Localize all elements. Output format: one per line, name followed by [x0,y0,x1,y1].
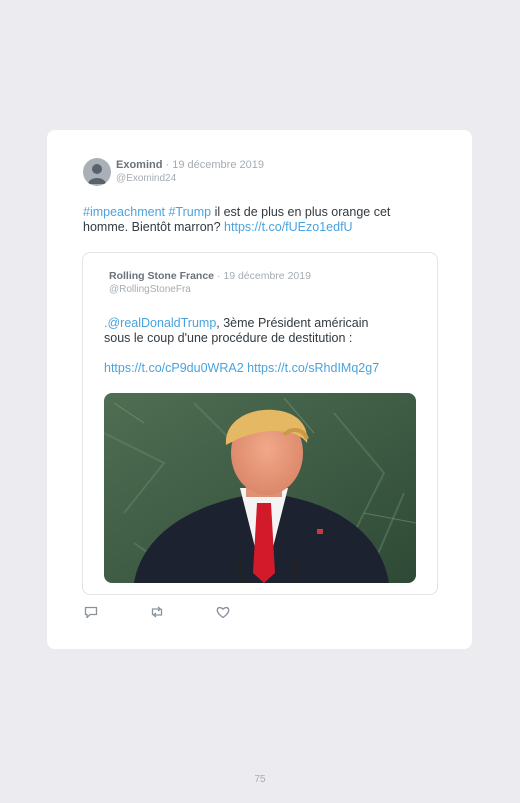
tweet-link[interactable]: https://t.co/fUEzo1edfU [224,220,353,234]
quoted-link-1[interactable]: https://t.co/cP9du0WRA2 [104,361,244,375]
tweet-date[interactable]: 19 décembre 2019 [172,159,264,171]
quoted-text-line2: sous le coup d'une procédure de destitut… [104,331,353,345]
mention-realdonaldtrump[interactable]: @realDonaldTrump [107,316,216,330]
quoted-author-name[interactable]: Rolling Stone France [109,270,214,282]
tweet-text-line2: homme. Bientôt marron? [83,220,225,234]
quoted-link-2[interactable]: https://t.co/sRhdIMq2g7 [247,361,379,375]
quoted-links: https://t.co/cP9du0WRA2 https://t.co/sRh… [104,361,379,375]
quoted-handle[interactable]: @RollingStoneFra [109,284,191,295]
tweet-text-line1: il est de plus en plus orange cet [211,205,391,219]
hashtag-trump[interactable]: #Trump [168,205,211,219]
quoted-author: Rolling Stone France · 19 décembre 2019 [109,270,311,282]
tweet-text: #impeachment #Trump il est de plus en pl… [83,205,428,235]
author-name[interactable]: Exomind [116,159,162,171]
quoted-text: .@realDonaldTrump, 3ème Président améric… [104,316,414,346]
tweet-card: Exomind · 19 décembre 2019 @Exomind24 #i… [47,130,472,649]
speaker-photo-illustration [104,393,416,583]
quoted-text-line1: , 3ème Président américain [216,316,369,330]
quoted-tweet[interactable]: Rolling Stone France · 19 décembre 2019 … [82,252,438,595]
author-handle[interactable]: @Exomind24 [116,173,176,184]
like-icon[interactable] [215,604,231,625]
retweet-icon[interactable] [149,604,165,625]
quoted-date[interactable]: 19 décembre 2019 [223,270,311,282]
quoted-photo[interactable] [104,393,416,583]
tweet-author: Exomind · 19 décembre 2019 [116,159,264,171]
reply-icon[interactable] [83,604,99,625]
author-avatar[interactable] [83,158,111,186]
page-number: 75 [254,774,266,785]
hashtag-impeachment[interactable]: #impeachment [83,205,165,219]
